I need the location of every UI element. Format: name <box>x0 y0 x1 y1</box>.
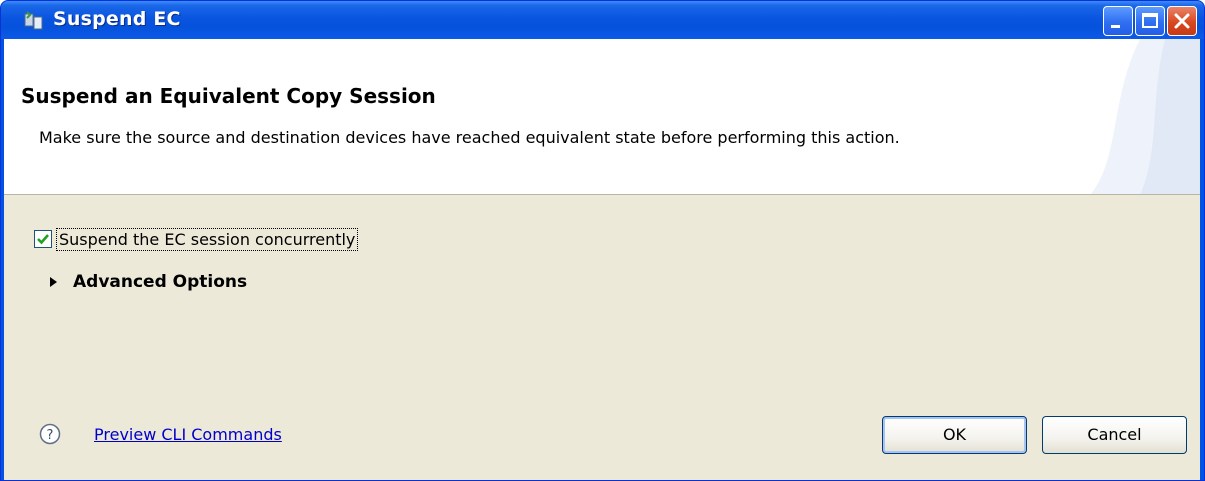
close-icon <box>1174 13 1190 29</box>
maximize-icon <box>1142 13 1158 28</box>
title-bar[interactable]: Suspend EC <box>1 1 1204 39</box>
concurrent-checkbox-row[interactable]: Suspend the EC session concurrently <box>34 227 359 251</box>
header-decoration <box>1090 39 1200 194</box>
ok-button[interactable]: OK <box>882 416 1027 454</box>
minimize-button[interactable] <box>1103 6 1133 36</box>
suspend-ec-dialog: Suspend EC Suspend an Equivalent Copy Se… <box>0 0 1205 481</box>
advanced-options-toggle[interactable]: Advanced Options <box>49 272 247 292</box>
maximize-button[interactable] <box>1135 6 1165 36</box>
help-icon[interactable]: ? <box>39 423 61 445</box>
dialog-header: Suspend an Equivalent Copy Session Make … <box>4 39 1200 195</box>
preview-cli-commands-link[interactable]: Preview CLI Commands <box>94 425 282 444</box>
page-title: Suspend an Equivalent Copy Session <box>21 84 436 108</box>
svg-text:?: ? <box>47 428 54 443</box>
cancel-button[interactable]: Cancel <box>1042 416 1187 454</box>
page-description: Make sure the source and destination dev… <box>39 128 900 147</box>
advanced-options-label: Advanced Options <box>73 272 248 292</box>
minimize-icon <box>1111 25 1120 28</box>
window-title: Suspend EC <box>53 8 181 30</box>
close-button[interactable] <box>1167 6 1197 36</box>
expand-arrow-icon <box>50 277 57 287</box>
concurrent-checkbox[interactable] <box>34 230 52 248</box>
dialog-body: Suspend an Equivalent Copy Session Make … <box>4 39 1200 480</box>
ec-app-icon <box>24 11 43 30</box>
checkmark-icon <box>37 234 49 245</box>
concurrent-checkbox-label[interactable]: Suspend the EC session concurrently <box>56 227 359 251</box>
